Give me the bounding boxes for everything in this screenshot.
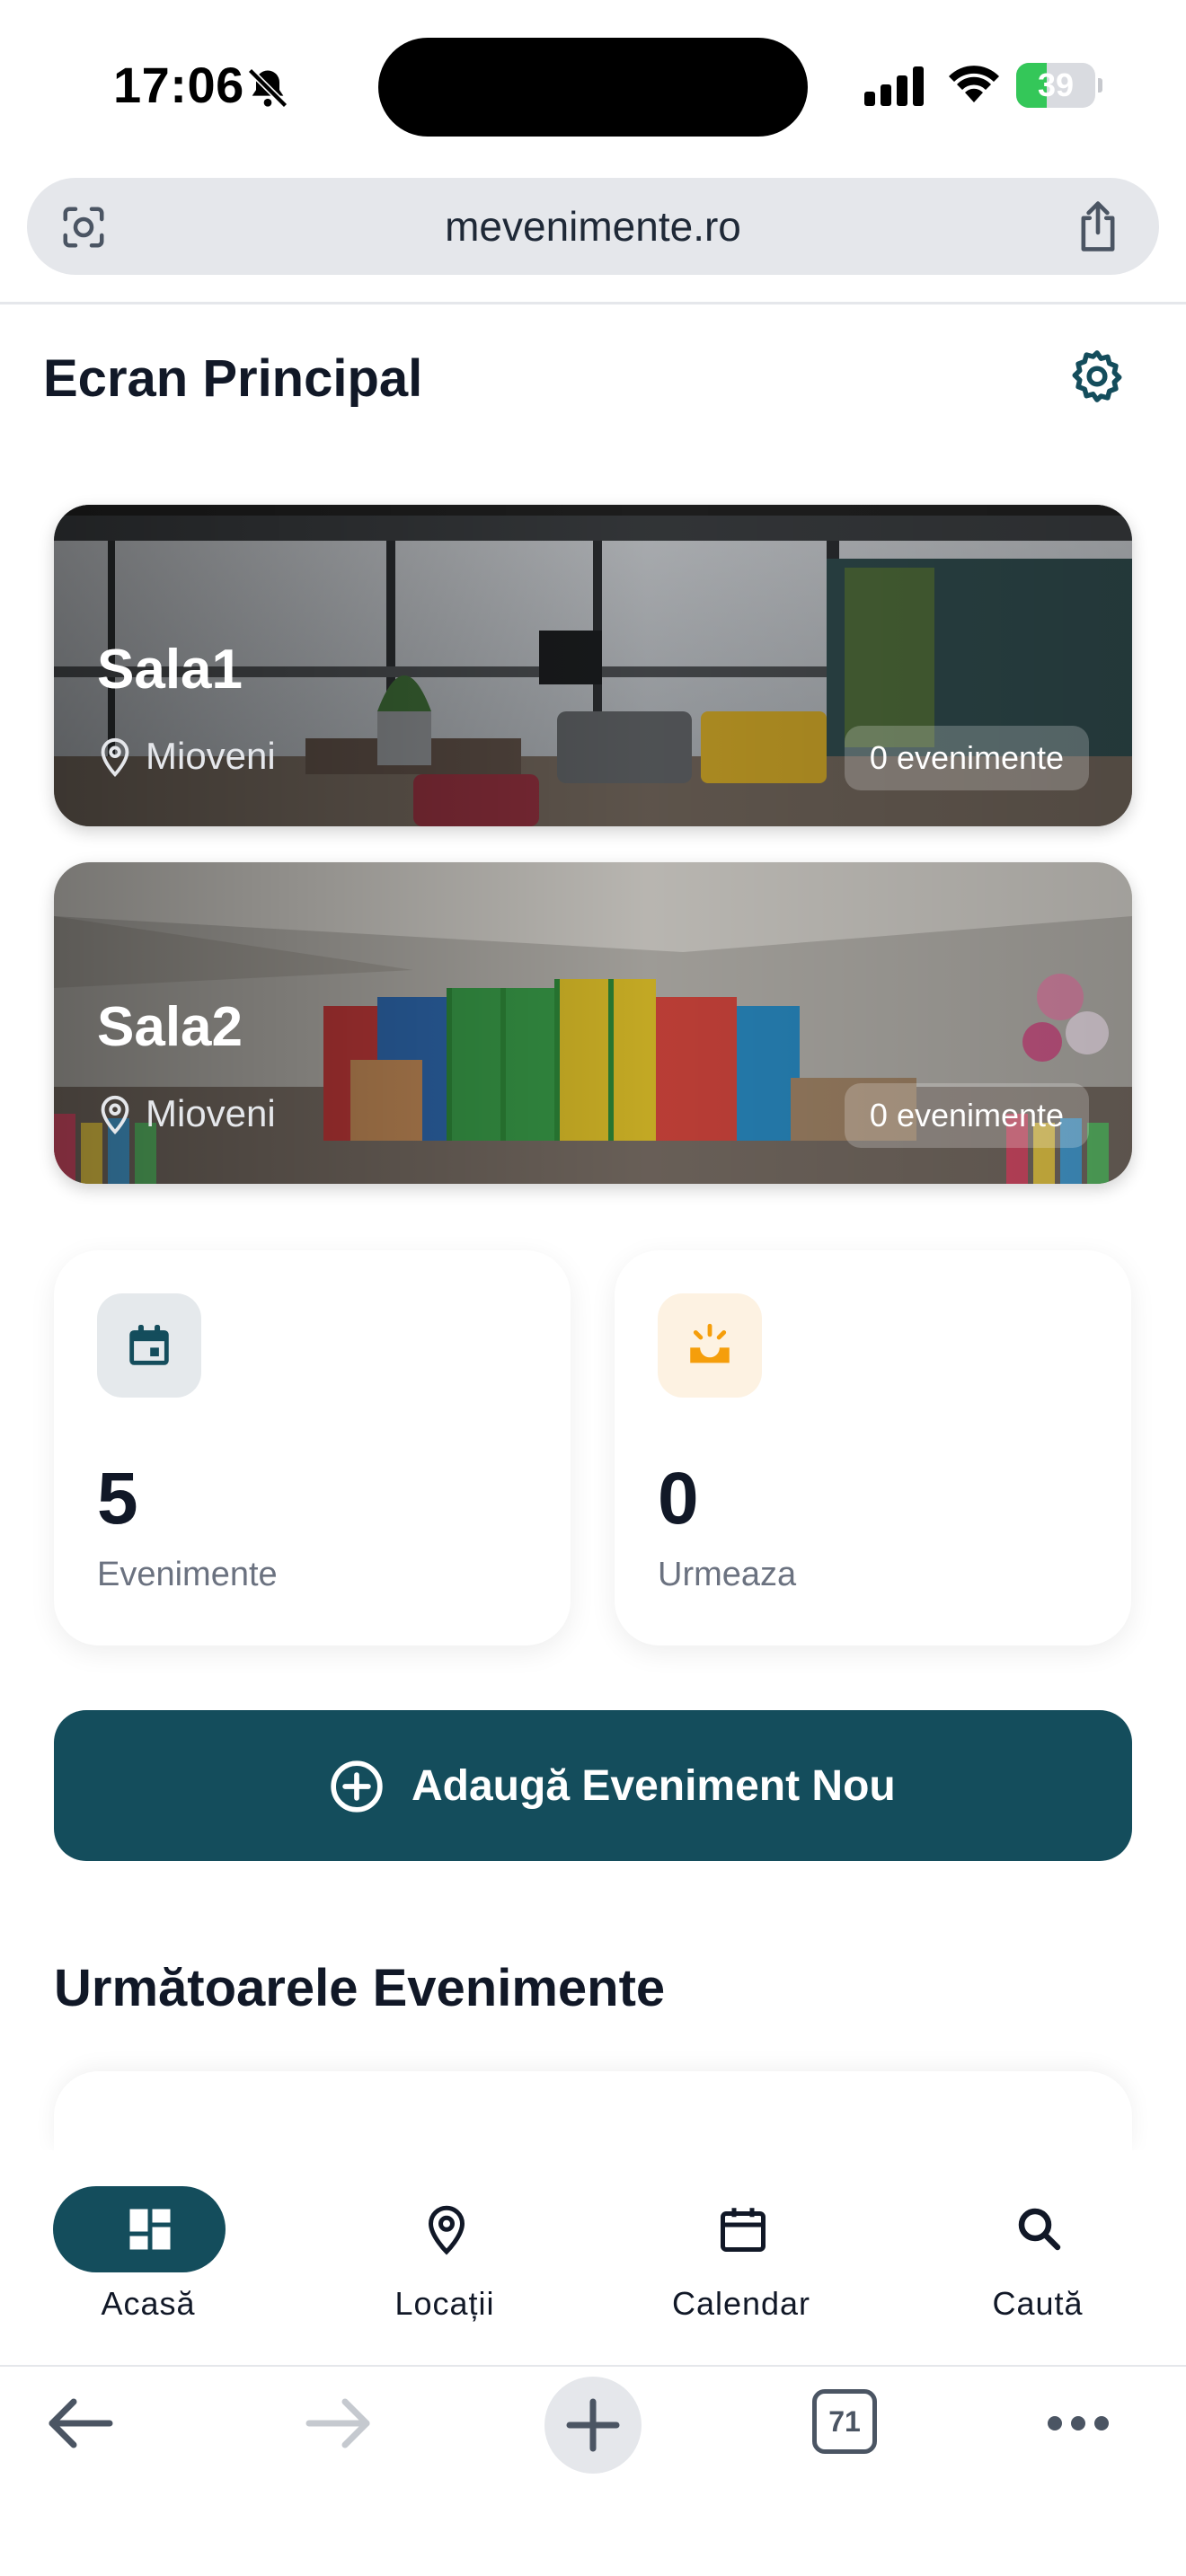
venue-location: Mioveni: [146, 735, 276, 777]
nav-label: Caută: [992, 2285, 1084, 2322]
more-options-icon[interactable]: [1046, 2411, 1111, 2436]
nav-item-calendar[interactable]: Calendar: [593, 2150, 890, 2366]
toolbar-divider: [0, 2365, 1186, 2367]
battery-percent: 39: [1037, 66, 1075, 103]
nav-item-home[interactable]: Acasă: [0, 2150, 296, 2366]
app-bottom-nav: Acasă Locații Calendar Caută: [0, 2150, 1186, 2366]
nav-item-search[interactable]: Caută: [890, 2150, 1186, 2366]
stat-label: Evenimente: [97, 1556, 278, 1593]
share-icon[interactable]: [1073, 199, 1123, 253]
stat-value: 5: [97, 1458, 138, 1539]
page-scan-icon[interactable]: [59, 203, 108, 251]
venue-card-sala1[interactable]: Sala1 Mioveni 0 evenimente: [54, 505, 1132, 826]
page-title: Ecran Principal: [43, 349, 423, 408]
status-time: 17:06: [113, 57, 244, 113]
stat-icon-box: [658, 1293, 762, 1398]
venue-events-badge: 0 evenimente: [845, 726, 1089, 790]
location-pin-icon: [428, 2205, 465, 2255]
location-pin-icon: [101, 1095, 129, 1134]
back-arrow-icon[interactable]: [45, 2394, 117, 2453]
venue-name: Sala2: [97, 996, 243, 1058]
sunrise-icon: [690, 1323, 730, 1363]
nav-item-locations[interactable]: Locații: [296, 2150, 593, 2366]
settings-gear-icon[interactable]: [1067, 347, 1127, 406]
add-circle-icon: [331, 1760, 383, 1813]
dynamic-island: [378, 38, 808, 137]
dashboard-icon: [129, 2209, 171, 2250]
stat-value: 0: [658, 1458, 699, 1539]
location-pin-icon: [101, 737, 129, 777]
url-text[interactable]: mevenimente.ro: [27, 178, 1159, 275]
bell-muted-icon: [247, 67, 288, 109]
venue-card-sala2[interactable]: Sala2 Mioveni 0 evenimente: [54, 862, 1132, 1184]
upcoming-section-title: Următoarele Evenimente: [54, 1959, 666, 2017]
wifi-icon: [949, 66, 999, 102]
calendar-icon: [721, 2208, 766, 2252]
cellular-signal-icon: [864, 66, 924, 106]
venue-location: Mioveni: [146, 1092, 276, 1134]
nav-label: Acasă: [101, 2285, 196, 2322]
calendar-icon: [129, 1325, 169, 1365]
nav-label: Calendar: [671, 2285, 811, 2322]
header-divider: [0, 302, 1186, 304]
address-bar[interactable]: mevenimente.ro: [27, 178, 1159, 275]
plus-icon[interactable]: [564, 2396, 622, 2454]
tabs-count-button[interactable]: 71: [812, 2389, 877, 2454]
battery-indicator: 39: [1016, 63, 1102, 108]
add-event-label: Adaugă Eveniment Nou: [412, 1762, 896, 1810]
nav-label: Locații: [394, 2285, 495, 2322]
stat-card-events[interactable]: 5 Evenimente: [54, 1250, 571, 1645]
stat-icon-box: [97, 1293, 201, 1398]
venue-events-badge: 0 evenimente: [845, 1083, 1089, 1148]
add-event-button[interactable]: Adaugă Eveniment Nou: [54, 1710, 1132, 1861]
venue-name: Sala1: [97, 639, 243, 701]
upcoming-events-card: [54, 2071, 1132, 2152]
forward-arrow-icon[interactable]: [302, 2394, 374, 2453]
stat-label: Urmeaza: [658, 1556, 797, 1593]
search-icon: [1018, 2208, 1061, 2251]
stat-card-upcoming[interactable]: 0 Urmeaza: [615, 1250, 1131, 1645]
